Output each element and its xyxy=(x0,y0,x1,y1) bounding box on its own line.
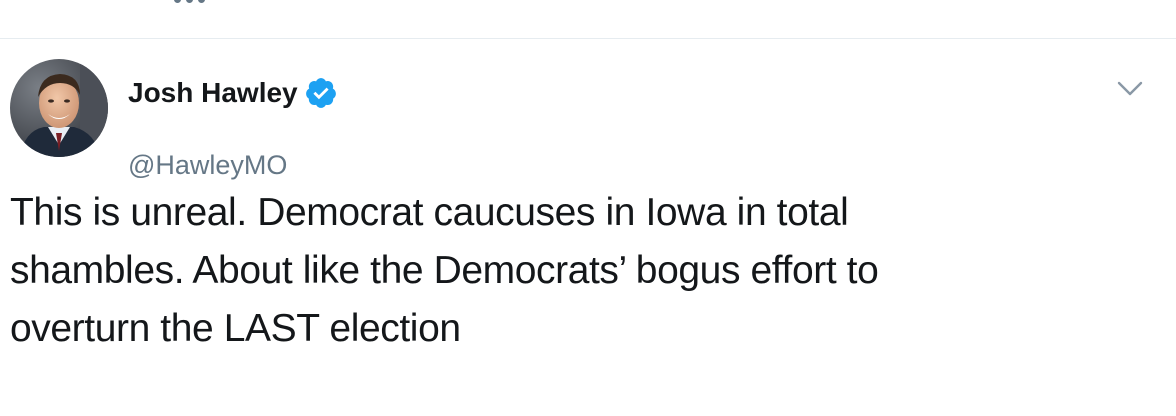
tweet-text: This is unreal. Democrat caucuses in Iow… xyxy=(10,191,879,350)
tweet-page: Josh Hawley @HawleyMO This is unreal. De… xyxy=(0,0,1176,416)
author-name-row[interactable]: Josh Hawley xyxy=(128,73,338,113)
tweet-card[interactable]: Josh Hawley @HawleyMO This is unreal. De… xyxy=(0,39,1176,416)
verified-badge-icon xyxy=(305,78,336,108)
display-name[interactable]: Josh Hawley xyxy=(128,73,298,113)
previous-tweet-action-icons xyxy=(170,0,210,6)
tweet-menu-button[interactable] xyxy=(1113,75,1147,103)
author-handle[interactable]: @HawleyMO xyxy=(128,149,287,181)
chevron-down-icon xyxy=(1117,81,1143,96)
profile-photo-icon xyxy=(10,59,108,157)
avatar[interactable] xyxy=(10,59,108,157)
